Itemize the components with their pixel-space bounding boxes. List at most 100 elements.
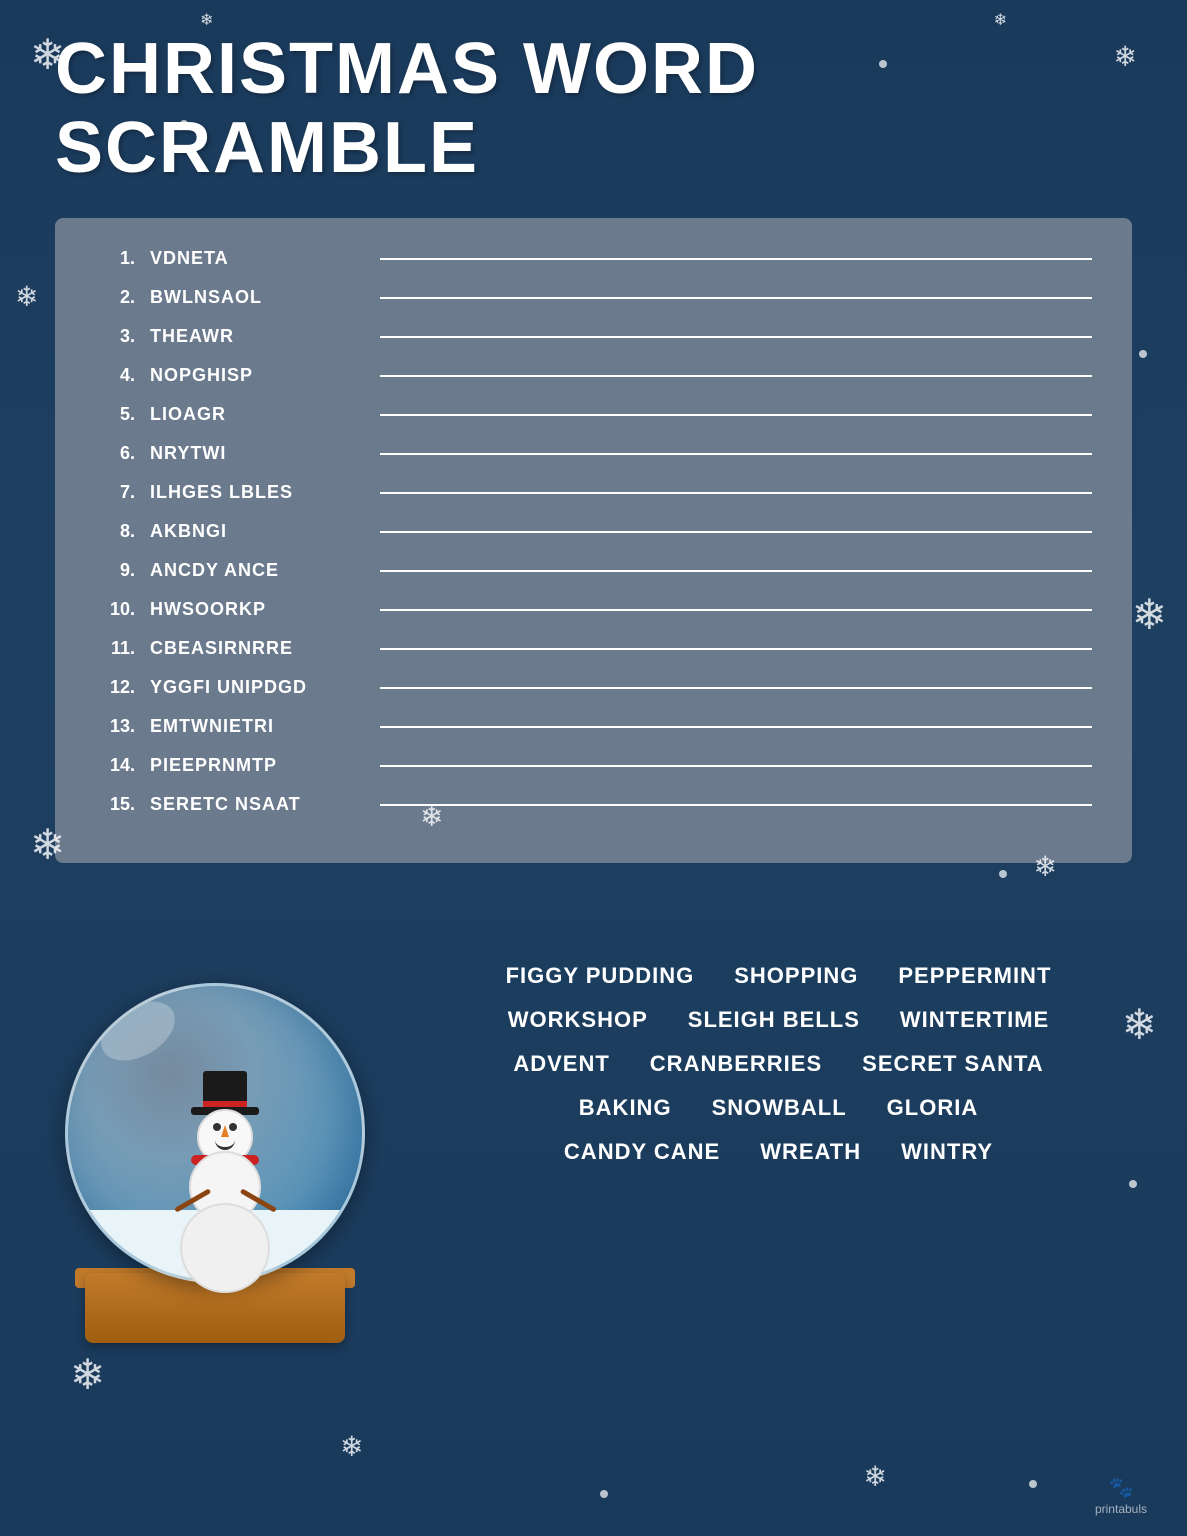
scrambled-word: ILHGES LBLES xyxy=(150,482,370,503)
snowman-nose xyxy=(221,1125,229,1137)
answer-line xyxy=(380,531,1092,533)
scrambled-word: LIOAGR xyxy=(150,404,370,425)
scrambled-word: HWSOORKP xyxy=(150,599,370,620)
word-bank-item: ADVENT xyxy=(513,1051,609,1077)
scrambled-word: AKBNGI xyxy=(150,521,370,542)
scrambled-word: CBEASIRNRRE xyxy=(150,638,370,659)
row-number: 6. xyxy=(95,443,150,464)
word-bank-row: ADVENT CRANBERRIES SECRET SANTA xyxy=(425,1051,1132,1077)
scramble-box: 1.VDNETA2.BWLNSAOL3.THEAWR4.NOPGHISP5.LI… xyxy=(55,218,1132,863)
row-number: 5. xyxy=(95,404,150,425)
scramble-row: 14.PIEEPRNMTP xyxy=(95,755,1092,776)
dot-decoration xyxy=(1129,1180,1137,1188)
snowman-eye-left xyxy=(213,1123,221,1131)
answer-line xyxy=(380,453,1092,455)
snowflake-decoration: ❄ xyxy=(200,10,213,30)
word-bank-row: BAKING SNOWBALL GLORIA xyxy=(425,1095,1132,1121)
word-bank-grid: FIGGY PUDDING SHOPPING PEPPERMINT WORKSHOP S… xyxy=(425,963,1132,1165)
word-bank-item: PEPPERMINT xyxy=(898,963,1051,989)
row-number: 13. xyxy=(95,716,150,737)
scrambled-word: SERETC NSAAT xyxy=(150,794,370,815)
scramble-row: 8.AKBNGI xyxy=(95,521,1092,542)
word-bank-item: WINTERTIME xyxy=(900,1007,1049,1033)
snowflake-decoration: ❄ xyxy=(70,1350,105,1399)
dot-decoration xyxy=(1029,1480,1037,1488)
answer-line xyxy=(380,297,1092,299)
answer-line xyxy=(380,375,1092,377)
word-bank-item: SLEIGH BELLS xyxy=(688,1007,860,1033)
scrambled-word: NOPGHISP xyxy=(150,365,370,386)
answer-line xyxy=(380,336,1092,338)
scramble-row: 6.NRYTWI xyxy=(95,443,1092,464)
word-bank-row: FIGGY PUDDING SHOPPING PEPPERMINT xyxy=(425,963,1132,989)
row-number: 9. xyxy=(95,560,150,581)
snowflake-decoration: ❄ xyxy=(864,1460,887,1493)
word-bank-item: SNOWBALL xyxy=(712,1095,847,1121)
answer-line xyxy=(380,726,1092,728)
row-number: 14. xyxy=(95,755,150,776)
scramble-row: 2.BWLNSAOL xyxy=(95,287,1092,308)
snowflake-decoration: ❄ xyxy=(1132,590,1167,639)
word-bank-row: CANDY CANE WREATH WINTRY xyxy=(425,1139,1132,1165)
answer-line xyxy=(380,414,1092,416)
word-bank-item: CANDY CANE xyxy=(564,1139,720,1165)
scramble-row: 7.ILHGES LBLES xyxy=(95,482,1092,503)
scramble-row: 13.EMTWNIETRI xyxy=(95,716,1092,737)
answer-line xyxy=(380,258,1092,260)
scrambled-word: BWLNSAOL xyxy=(150,287,370,308)
scrambled-word: PIEEPRNMTP xyxy=(150,755,370,776)
snowman-eye-right xyxy=(229,1123,237,1131)
row-number: 4. xyxy=(95,365,150,386)
scrambled-word: NRYTWI xyxy=(150,443,370,464)
scramble-row: 10.HWSOORKP xyxy=(95,599,1092,620)
dot-decoration xyxy=(600,1490,608,1498)
row-number: 1. xyxy=(95,248,150,269)
word-bank: FIGGY PUDDING SHOPPING PEPPERMINT WORKSHOP S… xyxy=(425,903,1132,1165)
row-number: 11. xyxy=(95,638,150,659)
logo-icon: 🐾 xyxy=(1106,1472,1136,1502)
scramble-row: 3.THEAWR xyxy=(95,326,1092,347)
word-bank-item: SECRET SANTA xyxy=(862,1051,1044,1077)
snow-globe xyxy=(55,923,395,1343)
word-bank-item: GLORIA xyxy=(887,1095,979,1121)
row-number: 12. xyxy=(95,677,150,698)
bottom-section: FIGGY PUDDING SHOPPING PEPPERMINT WORKSHOP S… xyxy=(55,903,1132,1343)
answer-line xyxy=(380,765,1092,767)
row-number: 15. xyxy=(95,794,150,815)
dot-decoration xyxy=(879,60,887,68)
word-bank-item: BAKING xyxy=(579,1095,672,1121)
snowflake-decoration: ❄ xyxy=(15,280,38,313)
snowman xyxy=(165,1113,285,1293)
scrambled-word: ANCDY ANCE xyxy=(150,560,370,581)
snowflake-decoration: ❄ xyxy=(994,10,1007,30)
word-bank-row: WORKSHOP SLEIGH BELLS WINTERTIME xyxy=(425,1007,1132,1033)
answer-line xyxy=(380,570,1092,572)
scramble-row: 5.LIOAGR xyxy=(95,404,1092,425)
snowflake-decoration: ❄ xyxy=(340,1430,363,1463)
word-bank-item: WINTRY xyxy=(901,1139,993,1165)
scramble-row: 4.NOPGHISP xyxy=(95,365,1092,386)
word-bank-item: FIGGY PUDDING xyxy=(506,963,695,989)
scramble-row: 15.SERETC NSAAT xyxy=(95,794,1092,815)
answer-line xyxy=(380,648,1092,650)
scramble-row: 1.VDNETA xyxy=(95,248,1092,269)
row-number: 10. xyxy=(95,599,150,620)
word-bank-item: WREATH xyxy=(760,1139,861,1165)
logo-text: printabuls xyxy=(1095,1502,1147,1516)
scramble-list: 1.VDNETA2.BWLNSAOL3.THEAWR4.NOPGHISP5.LI… xyxy=(95,248,1092,815)
scrambled-word: YGGFI UNIPDGD xyxy=(150,677,370,698)
scramble-row: 12.YGGFI UNIPDGD xyxy=(95,677,1092,698)
word-bank-item: CRANBERRIES xyxy=(650,1051,822,1077)
word-bank-item: WORKSHOP xyxy=(508,1007,648,1033)
answer-line xyxy=(380,609,1092,611)
row-number: 8. xyxy=(95,521,150,542)
snowman-body-bottom xyxy=(180,1203,270,1293)
row-number: 2. xyxy=(95,287,150,308)
scrambled-word: VDNETA xyxy=(150,248,370,269)
answer-line xyxy=(380,492,1092,494)
dot-decoration xyxy=(1139,350,1147,358)
globe-shine xyxy=(91,990,185,1073)
page-title: CHRISTMAS WORD SCRAMBLE xyxy=(55,30,1132,188)
row-number: 3. xyxy=(95,326,150,347)
word-bank-item: SHOPPING xyxy=(734,963,858,989)
